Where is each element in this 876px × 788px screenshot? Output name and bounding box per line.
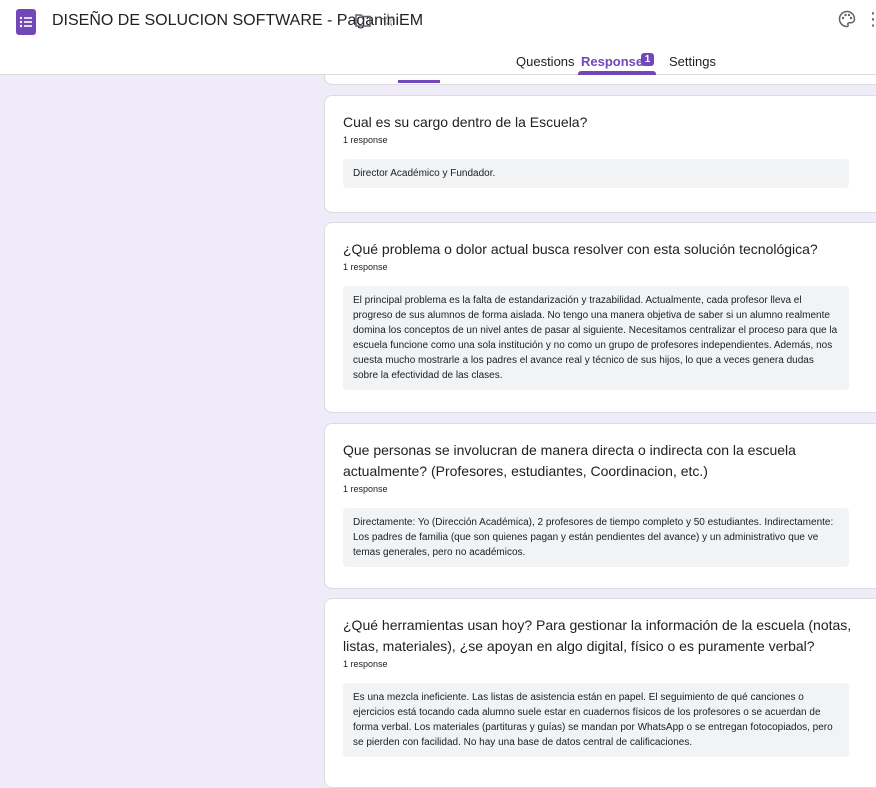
response-count: 1 response <box>343 484 388 494</box>
question-title: Que personas se involucran de manera dir… <box>343 442 796 479</box>
response-text: Directamente: Yo (Dirección Académica), … <box>343 508 849 567</box>
question-title: ¿Qué herramientas usan hoy? Para gestion… <box>343 617 852 654</box>
responses-count-badge: 1 <box>641 53 654 66</box>
tab-settings[interactable]: Settings <box>669 54 716 69</box>
response-text: Es una mezcla ineficiente. Las listas de… <box>343 683 849 757</box>
folder-icon[interactable] <box>355 13 371 32</box>
tab-responses[interactable]: Responses <box>581 54 650 69</box>
question-title: Cual es su cargo dentro de la Escuela? <box>343 114 588 130</box>
tab-questions[interactable]: Questions <box>516 54 575 69</box>
question-card: ¿Qué herramientas usan hoy? Para gestion… <box>324 598 876 788</box>
question-card: ¿Qué problema o dolor actual busca resol… <box>324 222 876 413</box>
response-count: 1 response <box>343 135 388 145</box>
response-count: 1 response <box>343 262 388 272</box>
forms-app-icon[interactable] <box>16 9 36 35</box>
previous-card-accent <box>398 80 440 83</box>
star-icon[interactable]: ☆ <box>380 11 396 29</box>
question-card: Cual es su cargo dentro de la Escuela? 1… <box>324 95 876 213</box>
response-text: El principal problema es la falta de est… <box>343 286 849 390</box>
response-text: Director Académico y Fundador. <box>343 159 849 188</box>
question-card: Que personas se involucran de manera dir… <box>324 423 876 589</box>
more-icon[interactable]: ⋮ <box>864 10 876 28</box>
top-bar: DISEÑO DE SOLUCION SOFTWARE - PaganiniEM… <box>0 0 876 75</box>
palette-icon[interactable] <box>838 10 856 33</box>
response-count: 1 response <box>343 659 388 669</box>
question-title: ¿Qué problema o dolor actual busca resol… <box>343 241 818 257</box>
